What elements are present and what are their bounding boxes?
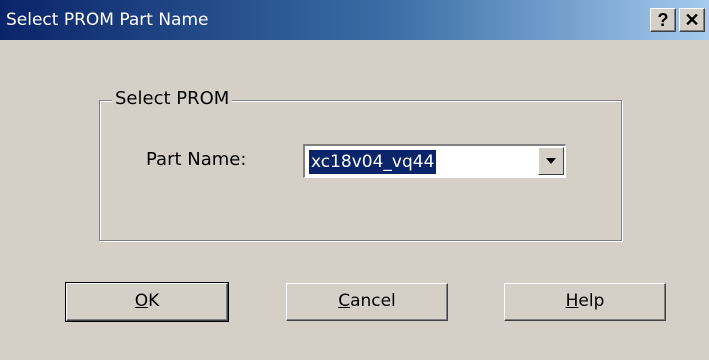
- part-name-combobox[interactable]: xc18v04_vq44: [303, 144, 566, 178]
- close-icon: ✕: [684, 10, 700, 30]
- ok-mnemonic: O: [134, 291, 149, 311]
- cancel-button[interactable]: Cancel: [286, 283, 448, 321]
- question-mark-icon: ?: [657, 10, 669, 30]
- help-label-rest: elp: [578, 291, 605, 311]
- chevron-down-icon[interactable]: [538, 147, 564, 175]
- part-name-label: Part Name:: [146, 149, 247, 170]
- ok-label-rest: K: [148, 291, 160, 311]
- close-button[interactable]: ✕: [679, 8, 705, 32]
- group-legend: Select PROM: [112, 87, 233, 111]
- help-mnemonic: H: [565, 291, 579, 311]
- title-bar[interactable]: Select PROM Part Name ? ✕: [0, 0, 709, 40]
- dialog-window: Select PROM Part Name ? ✕ Select PROM Pa…: [0, 0, 709, 360]
- window-title: Select PROM Part Name: [6, 10, 209, 30]
- help-button[interactable]: Help: [504, 283, 666, 321]
- ok-button[interactable]: OK: [65, 282, 229, 322]
- context-help-button[interactable]: ?: [650, 8, 676, 32]
- cancel-label-rest: ancel: [350, 291, 396, 311]
- cancel-mnemonic: C: [338, 291, 351, 311]
- part-name-value[interactable]: xc18v04_vq44: [309, 150, 437, 174]
